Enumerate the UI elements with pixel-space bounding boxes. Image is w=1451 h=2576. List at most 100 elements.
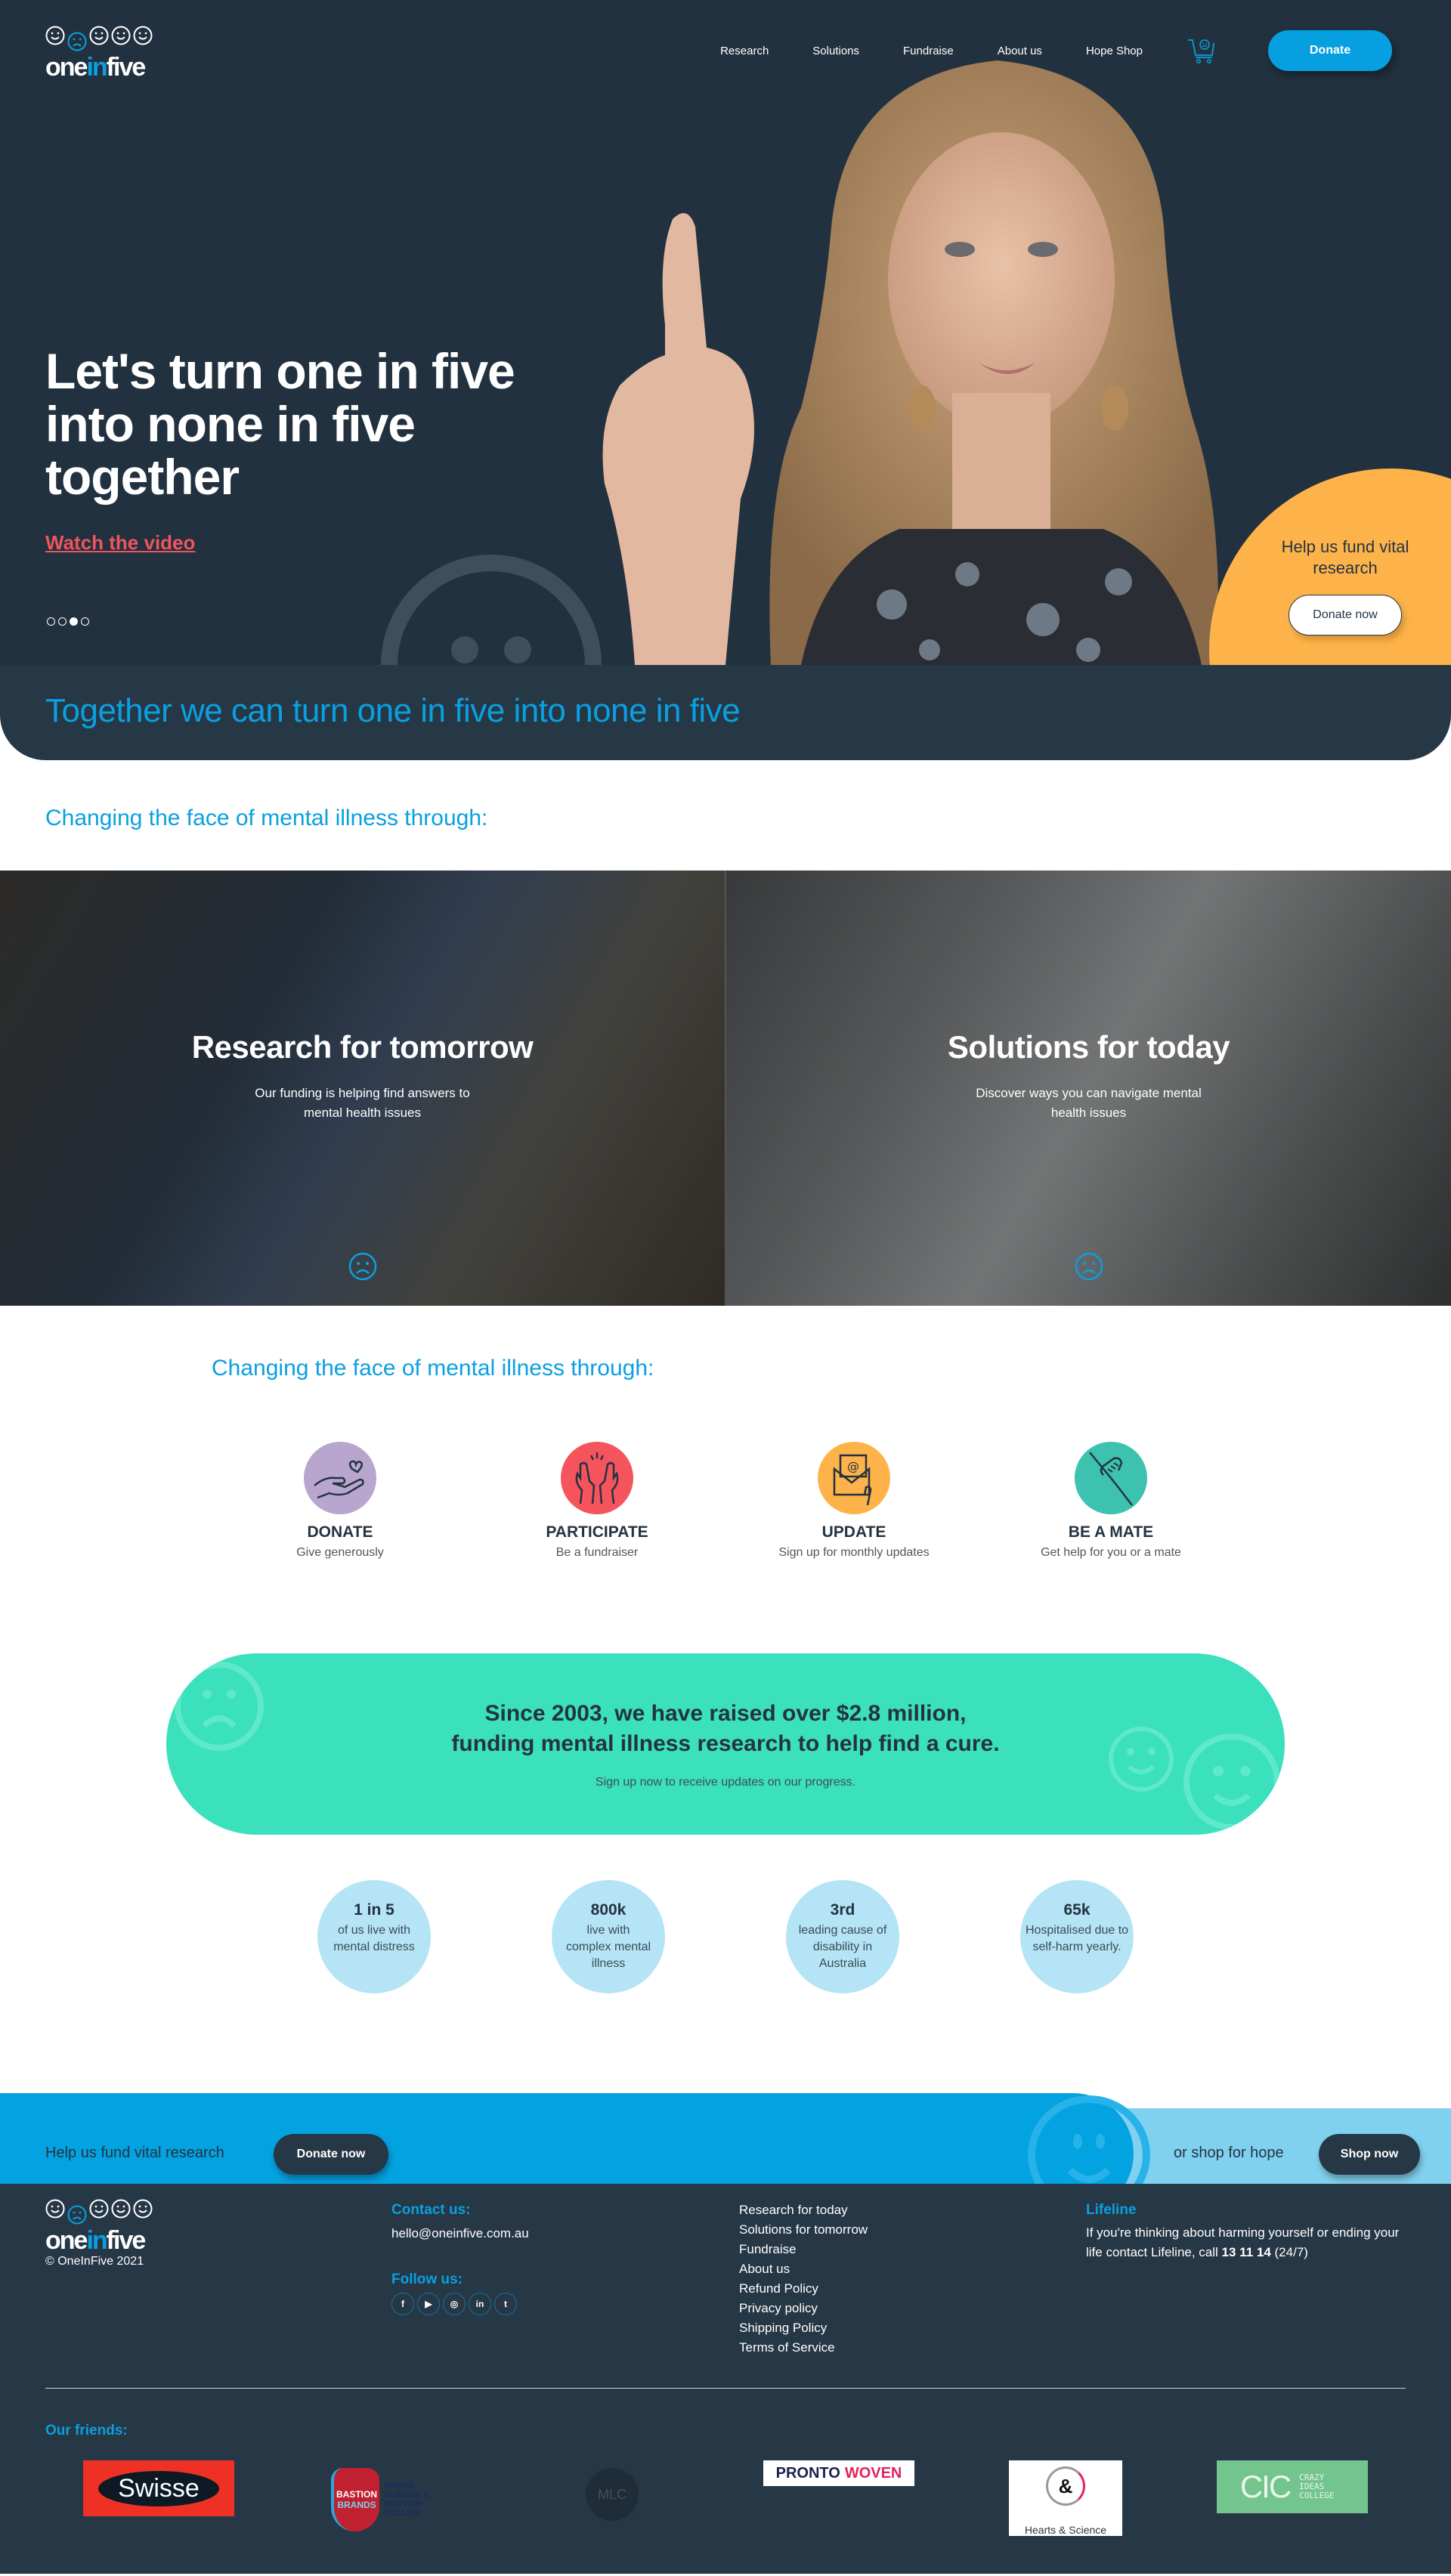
research-card[interactable]: Research for tomorrow Our funding is hel… [0,871,725,1306]
pronto-woven-logo: PRONTO WOVEN [763,2460,914,2486]
nav-research[interactable]: Research [720,45,769,57]
partner-pronto-woven[interactable]: PRONTO WOVEN [726,2460,952,2536]
footer-link-research-for-today[interactable]: Research for today [739,2200,868,2220]
cta-shop-text: or shop for hope [1174,2145,1284,2161]
card-title: Solutions for today [947,1029,1230,1065]
svg-text:@: @ [847,1459,859,1474]
section-heading: Changing the face of mental illness thro… [212,1356,654,1381]
changing-section-header: Changing the face of mental illness thro… [0,760,1451,871]
way-circle [1075,1442,1147,1514]
swisse-logo: Swisse [83,2460,234,2516]
smiley-face-icon [89,2199,109,2219]
stat-number: 3rd [830,1901,855,1919]
partner-crazy-ideas-college[interactable]: CIC CRAZY IDEAS COLLEGE [1179,2460,1406,2536]
smiley-face-icon [45,2199,65,2219]
sad-face-icon [67,32,87,51]
header-donate-button[interactable]: Donate [1268,30,1392,71]
logo[interactable]: oneinfive [45,26,166,80]
nav-hope-shop[interactable]: Hope Shop [1086,45,1143,57]
way-donate[interactable]: DONATE Give generously [227,1442,453,1653]
stat-number: 800k [590,1901,626,1919]
logo-wordmark: oneinfive [45,53,146,82]
raised-hands-icon [575,1452,619,1504]
partner-bastion[interactable]: BASTION BRANDS WHERE SCIENCE & EMOTION CO… [272,2460,499,2536]
lifeline-text: If you're thinking about harming yoursel… [1086,2225,1400,2259]
logo-faces [45,26,166,51]
way-participate[interactable]: PARTICIPATE Be a fundraiser [484,1442,710,1653]
slider-dots [47,617,89,626]
watch-video-link[interactable]: Watch the video [45,531,195,555]
smiley-face-icon [89,26,109,45]
cta-donate-text: Help us fund vital research [45,2145,224,2161]
nav-solutions[interactable]: Solutions [812,45,859,57]
hero-spokesperson-image [602,60,1218,665]
footer-link-fundraise[interactable]: Fundraise [739,2240,868,2259]
fund-research-text: Help us fund vital research [1281,537,1409,577]
stat-description: Hospitalised due to self-harm yearly. [1025,1924,1129,1953]
card-text: Our funding is helping find answers to m… [255,1086,470,1120]
footer-link-shipping-policy[interactable]: Shipping Policy [739,2318,868,2338]
background-smiley-icon [381,555,602,665]
logo-faces [45,2199,166,2225]
stats-row: 1 in 5 of us live with mental distress 80… [272,1880,1179,2084]
youtube-icon[interactable]: ▶ [417,2293,440,2315]
footer-logo[interactable]: oneinfive [45,2199,166,2253]
decorative-smiley-icon [1109,1727,1174,1792]
sad-face-icon [67,2205,87,2225]
stat-bubble: 800k live with complex mental illness [552,1880,665,1993]
nav-about-us[interactable]: About us [998,45,1042,57]
footer-link-refund-policy[interactable]: Refund Policy [739,2279,868,2299]
card-text: Discover ways you can navigate mental he… [976,1086,1202,1120]
stat-number: 1 in 5 [354,1901,394,1919]
footer-link-about-us[interactable]: About us [739,2259,868,2279]
footer-link-terms-of-service[interactable]: Terms of Service [739,2338,868,2358]
cta-shop-button[interactable]: Shop now [1319,2134,1420,2175]
hearts-science-logo: & Hearts & Science [1009,2460,1122,2536]
email-envelope-icon: @ [833,1454,872,1506]
partner-mlc[interactable]: MLC [499,2460,726,2536]
hero-donate-now-button[interactable]: Donate now [1289,595,1402,635]
stat-description: of us live with mental distress [333,1924,415,1953]
way-circle [304,1442,376,1514]
way-update[interactable]: @ UPDATE Sign up for monthly updates [741,1442,967,1653]
smiley-face-icon [133,26,153,45]
stat-number: 65k [1063,1901,1091,1919]
facebook-icon[interactable]: f [391,2293,414,2315]
twitter-icon[interactable]: t [494,2293,517,2315]
stat-description: leading cause of disability in Australia [798,1924,887,1970]
raised-banner: Since 2003, we have raised over $2.8 mil… [166,1653,1285,1835]
footer-lifeline: Lifeline If you're thinking about harmin… [1086,2202,1403,2262]
slider-dot[interactable] [81,617,89,626]
cta-donate-button[interactable]: Donate now [274,2134,388,2175]
mlc-group-logo: MLC [586,2468,639,2521]
footer-link-solutions-for-tomorrow[interactable]: Solutions for tomorrow [739,2220,868,2240]
crazy-ideas-college-logo: CIC CRAZY IDEAS COLLEGE [1217,2460,1368,2513]
hero-section: oneinfive Research Solutions Fundraise A… [0,0,1451,665]
footer-link-privacy-policy[interactable]: Privacy policy [739,2299,868,2318]
raised-pill: Since 2003, we have raised over $2.8 mil… [166,1653,1285,1835]
social-links: f ▶ ◎ in t [391,2293,529,2315]
contact-email-link[interactable]: hello@oneinfive.com.au [391,2226,529,2241]
lifeline-number[interactable]: 13 11 14 [1222,2245,1271,2259]
partner-hearts-science[interactable]: & Hearts & Science [952,2460,1179,2536]
stat-bubble: 1 in 5 of us live with mental distress [317,1880,431,1993]
feature-cards: Research for tomorrow Our funding is hel… [0,871,1451,1306]
nav-fundraise[interactable]: Fundraise [903,45,954,57]
way-be-a-mate[interactable]: BE A MATE Get help for you or a mate [998,1442,1224,1653]
smiley-face-icon [133,2199,153,2219]
logo-wordmark: oneinfive [45,2226,146,2255]
footer: oneinfive © OneInFive 2021 Contact us: h… [0,2184,1451,2574]
shopping-cart-icon[interactable] [1186,36,1217,66]
helping-hand-icon [1089,1452,1133,1506]
instagram-icon[interactable]: ◎ [443,2293,466,2315]
slider-dot[interactable] [47,617,55,626]
slider-dot-active[interactable] [70,617,78,626]
partner-swisse[interactable]: Swisse [45,2460,272,2536]
way-text: Be a fundraiser [555,1546,639,1559]
tagline-band: Together we can turn one in five into no… [0,665,1451,760]
solutions-card[interactable]: Solutions for today Discover ways you ca… [725,871,1451,1306]
slider-dot[interactable] [58,617,67,626]
linkedin-icon[interactable]: in [469,2293,491,2315]
way-circle [561,1442,633,1514]
main-nav: Research Solutions Fundraise About us Ho… [720,30,1392,71]
